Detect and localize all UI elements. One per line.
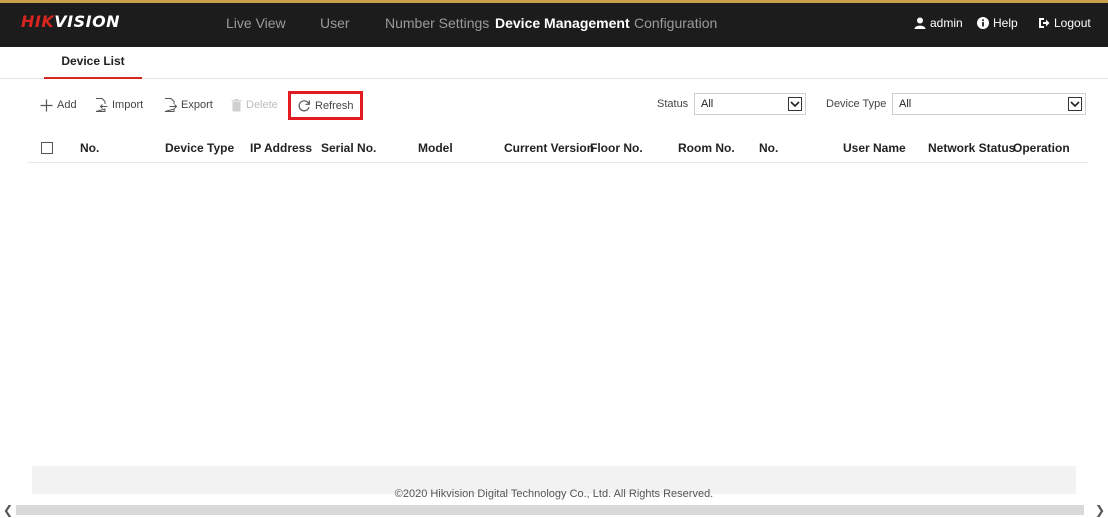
status-select-value: All: [701, 98, 714, 110]
tab-device-list[interactable]: Device List: [44, 47, 142, 79]
logout-icon: [1039, 18, 1050, 28]
chevron-down-icon: [1068, 97, 1082, 111]
column-header-room-no: Room No.: [678, 141, 735, 155]
add-button[interactable]: Add: [40, 93, 77, 117]
scrollbar-thumb[interactable]: [16, 505, 1084, 515]
export-label: Export: [181, 99, 213, 111]
column-header-serial-no: Serial No.: [321, 141, 377, 155]
help-button[interactable]: Help: [977, 16, 1018, 30]
import-icon: [95, 98, 108, 112]
horizontal-scrollbar[interactable]: ❮ ❯: [0, 502, 1108, 518]
export-icon: [164, 98, 177, 112]
import-label: Import: [112, 99, 144, 111]
user-icon: [914, 17, 926, 29]
logo-text-red: HIK: [21, 12, 55, 31]
delete-button[interactable]: Delete: [231, 93, 278, 117]
nav-configuration[interactable]: Configuration: [634, 15, 717, 31]
column-header-user-name: User Name: [843, 141, 906, 155]
nav-device-management[interactable]: Device Management: [495, 15, 630, 31]
column-header-network-status: Network Status: [928, 141, 1016, 155]
hikvision-logo: HIKVISION: [21, 12, 120, 31]
copyright-text: ©2020 Hikvision Digital Technology Co., …: [394, 488, 714, 500]
column-header-no-2: No.: [759, 141, 779, 155]
top-navigation-bar: HIKVISION Live View User Number Settings…: [0, 0, 1108, 47]
help-label: Help: [993, 16, 1018, 30]
logout-label: Logout: [1054, 16, 1091, 30]
export-button[interactable]: Export: [164, 93, 213, 117]
nav-number-settings[interactable]: Number Settings: [385, 15, 489, 31]
device-type-filter-label: Device Type: [826, 98, 887, 110]
delete-label: Delete: [246, 99, 278, 111]
trash-icon: [231, 98, 242, 111]
user-name: admin: [930, 16, 963, 30]
chevron-down-icon: [788, 97, 802, 111]
refresh-icon: [298, 99, 310, 111]
select-all-checkbox[interactable]: [41, 142, 53, 154]
chevron-left-icon[interactable]: ❮: [0, 502, 16, 518]
column-header-operation: Operation: [1013, 141, 1070, 155]
import-button[interactable]: Import: [95, 93, 143, 117]
device-type-select-value: All: [899, 98, 912, 110]
logout-button[interactable]: Logout: [1038, 16, 1091, 30]
chevron-right-icon[interactable]: ❯: [1092, 502, 1108, 518]
toolbar: Add Import Export Delete Refresh Status …: [0, 88, 1108, 122]
device-type-select[interactable]: All: [892, 93, 1086, 115]
column-header-ip-address: IP Address: [250, 141, 313, 155]
add-label: Add: [57, 99, 77, 111]
nav-live-view[interactable]: Live View: [226, 15, 286, 31]
nav-user[interactable]: User: [320, 15, 350, 31]
logo-text-white: VISION: [54, 12, 121, 31]
refresh-button[interactable]: Refresh: [288, 91, 363, 120]
column-header-current-version: Current Version: [504, 141, 595, 155]
plus-icon: [40, 99, 53, 111]
column-header-device-type: Device Type: [165, 141, 235, 155]
refresh-label: Refresh: [315, 99, 354, 112]
info-icon: [977, 17, 989, 29]
column-header-model: Model: [418, 141, 453, 155]
column-header-no: No.: [80, 141, 100, 155]
tab-strip: Device List: [0, 47, 1108, 79]
column-header-floor-no: Floor No.: [590, 141, 643, 155]
status-filter-label: Status: [657, 98, 689, 110]
user-menu-admin[interactable]: admin: [914, 16, 963, 30]
status-select[interactable]: All: [694, 93, 806, 115]
device-table-header: No. Device Type IP Address Serial No. Mo…: [28, 133, 1088, 163]
